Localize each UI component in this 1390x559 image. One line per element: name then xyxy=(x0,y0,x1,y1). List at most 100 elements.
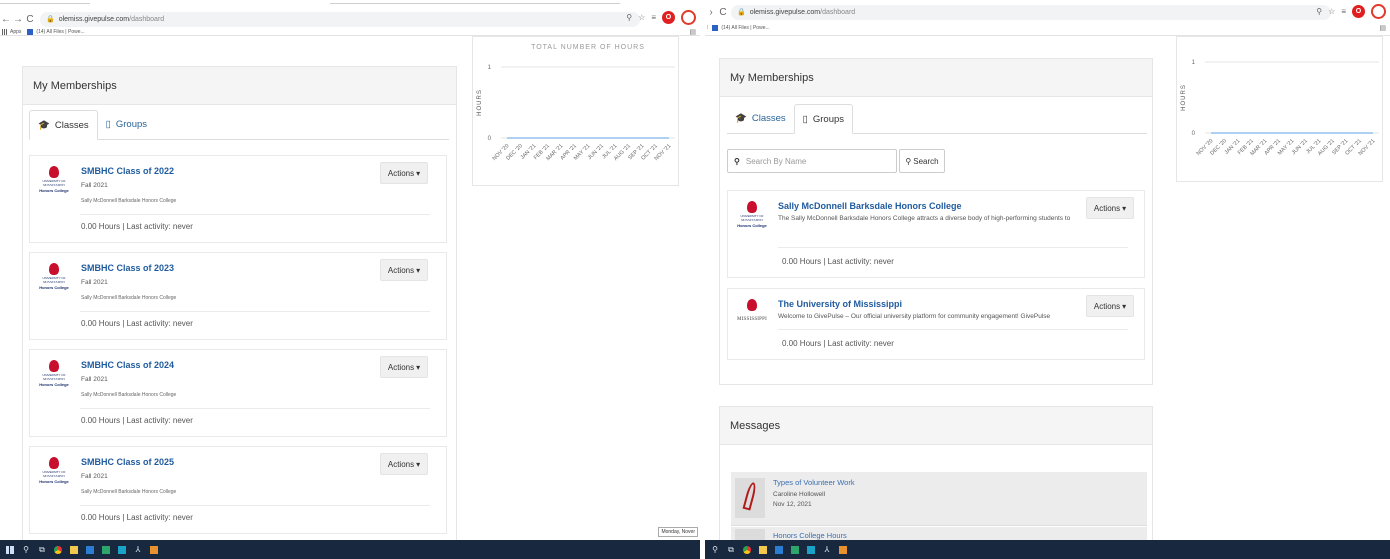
chrome-icon[interactable] xyxy=(54,545,62,554)
tab-classes[interactable]: 🎓 Classes xyxy=(29,110,98,140)
messages-header: Messages xyxy=(720,407,1152,445)
app-icon[interactable] xyxy=(150,545,158,554)
honors-college-logo: UNIVERSITY OF MISSISSIPPI Honors College xyxy=(32,166,76,206)
building-icon: ▯ xyxy=(105,118,111,130)
memberships-tabs: 🎓 Classes ▯ Groups xyxy=(29,109,449,140)
search-icon[interactable]: ⚲ xyxy=(711,545,719,554)
actions-dropdown-button[interactable]: Actions ▾ xyxy=(380,162,428,184)
profile-avatar[interactable] xyxy=(1371,4,1386,19)
actions-dropdown-button[interactable]: Actions ▾ xyxy=(380,356,428,378)
search-icon[interactable]: ⚲ xyxy=(22,545,30,554)
ole-miss-shield-icon xyxy=(49,166,59,178)
chrome-icon[interactable] xyxy=(743,545,751,554)
profile-avatar[interactable] xyxy=(681,10,696,25)
actions-dropdown-button[interactable]: Actions ▾ xyxy=(380,259,428,281)
class-stats: 0.00 Hours | Last activity: never xyxy=(81,513,193,522)
zoom-icon[interactable]: ⚲ xyxy=(1316,7,1322,16)
file-explorer-icon[interactable] xyxy=(759,545,767,554)
class-title-link[interactable]: SMBHC Class of 2022 xyxy=(81,166,174,176)
hours-chart: TOTAL NUMBER OF HOURS HOURS 0 1 NOV '20 DEC '… xyxy=(472,36,679,186)
browser-chrome: › C 🔒 olemiss.givepulse.com/dashboard ⚲ … xyxy=(705,0,1390,36)
extension-icon[interactable]: ≡ xyxy=(651,13,656,22)
app-icon[interactable] xyxy=(839,545,847,554)
caret-down-icon: ▾ xyxy=(1122,203,1127,213)
memberships-title: My Memberships xyxy=(730,71,814,84)
group-description: The Sally McDonnell Barksdale Honors Col… xyxy=(778,215,1071,222)
acrobat-icon[interactable]: ⅄ xyxy=(823,545,831,554)
acrobat-icon[interactable]: ⅄ xyxy=(134,545,142,554)
bookmarks-bar: ⁞ (14) All Files | Powe... ▤ xyxy=(705,24,1390,32)
reading-list-icon[interactable]: ▤ xyxy=(689,28,696,36)
class-title-link[interactable]: SMBHC Class of 2023 xyxy=(81,263,174,273)
task-view-icon[interactable]: ⧉ xyxy=(727,545,735,554)
file-explorer-icon[interactable] xyxy=(70,545,78,554)
reload-icon[interactable]: C xyxy=(24,14,36,25)
back-arrow-icon[interactable]: › xyxy=(705,7,717,18)
outlook-icon[interactable] xyxy=(86,545,94,554)
bookmark-item[interactable]: (14) All Files | Powe... xyxy=(36,29,84,35)
class-org: Sally McDonnell Barksdale Honors College xyxy=(81,295,177,301)
lock-icon: 🔒 xyxy=(46,16,55,23)
message-item[interactable]: Types of Volunteer Work Caroline Hollowe… xyxy=(731,472,1147,526)
chart-title: TOTAL NUMBER OF HOURS xyxy=(531,44,645,51)
memberships-tabs: 🎓 Classes ▯ Groups xyxy=(727,103,1147,134)
honors-college-logo: UNIVERSITY OF MISSISSIPPI Honors College xyxy=(730,201,774,241)
caret-down-icon: ▾ xyxy=(416,265,421,275)
tab-classes[interactable]: 🎓 Classes xyxy=(727,103,794,133)
extension-icon[interactable]: ≡ xyxy=(1341,7,1346,16)
bookmark-item[interactable]: (14) All Files | Powe... xyxy=(721,25,769,31)
address-bar[interactable]: 🔒 olemiss.givepulse.com/dashboard xyxy=(731,4,1331,20)
memberships-title: My Memberships xyxy=(33,79,117,92)
class-title-link[interactable]: SMBHC Class of 2024 xyxy=(81,360,174,370)
browser-chrome: ← → C 🔒 olemiss.givepulse.com/dashboard … xyxy=(0,0,700,36)
mail-icon[interactable] xyxy=(118,545,126,554)
url-host: olemiss.givepulse.com xyxy=(58,15,130,23)
message-title[interactable]: Types of Volunteer Work xyxy=(773,478,855,487)
address-bar[interactable]: 🔒 olemiss.givepulse.com/dashboard xyxy=(40,11,640,27)
back-arrow-icon[interactable]: ← xyxy=(0,14,12,25)
apps-grid-icon[interactable]: ⁞ xyxy=(707,25,708,31)
ribbon-thumbnail xyxy=(735,478,765,518)
class-title-link[interactable]: SMBHC Class of 2025 xyxy=(81,457,174,467)
message-sender: Caroline Hollowell xyxy=(773,491,826,498)
excel-icon[interactable] xyxy=(102,545,110,554)
star-icon[interactable]: ☆ xyxy=(1328,7,1335,16)
caret-down-icon: ▾ xyxy=(416,168,421,178)
apps-bookmark[interactable]: Apps xyxy=(2,29,21,35)
excel-icon[interactable] xyxy=(791,545,799,554)
url-path: /dashboard xyxy=(820,8,856,16)
caret-down-icon: ▾ xyxy=(1122,301,1127,311)
y-tick-label: 1 xyxy=(488,65,492,71)
message-title[interactable]: Honors College Hours xyxy=(773,531,847,540)
windows-start-icon[interactable] xyxy=(6,545,14,554)
forward-arrow-icon[interactable]: → xyxy=(12,14,24,25)
tab-groups[interactable]: ▯ Groups xyxy=(98,109,155,139)
actions-dropdown-button[interactable]: Actions ▾ xyxy=(1086,295,1134,317)
graduation-cap-icon: 🎓 xyxy=(38,119,50,131)
actions-dropdown-button[interactable]: Actions ▾ xyxy=(1086,197,1134,219)
search-input[interactable]: ⚲ Search By Name xyxy=(727,149,897,173)
onedrive-icon xyxy=(27,29,34,35)
task-view-icon[interactable]: ⧉ xyxy=(38,545,46,554)
actions-dropdown-button[interactable]: Actions ▾ xyxy=(380,453,428,475)
mail-icon[interactable] xyxy=(807,545,815,554)
zoom-icon[interactable]: ⚲ xyxy=(626,13,632,22)
opera-icon[interactable]: O xyxy=(1352,5,1365,18)
class-stats: 0.00 Hours | Last activity: never xyxy=(81,416,193,425)
outlook-icon[interactable] xyxy=(775,545,783,554)
reload-icon[interactable]: C xyxy=(717,7,729,18)
search-button[interactable]: ⚲ Search xyxy=(899,149,945,173)
opera-icon[interactable]: O xyxy=(662,11,675,24)
class-term: Fall 2021 xyxy=(81,376,108,383)
y-tick-label: 1 xyxy=(1192,60,1196,66)
group-title-link[interactable]: The University of Mississippi xyxy=(778,299,902,309)
tab-groups[interactable]: ▯ Groups xyxy=(793,104,854,134)
ole-miss-shield-icon xyxy=(49,457,59,469)
onedrive-icon xyxy=(712,25,719,31)
url-path: /dashboard xyxy=(129,15,165,23)
star-icon[interactable]: ☆ xyxy=(638,13,645,22)
apps-grid-icon xyxy=(2,29,8,35)
class-org: Sally McDonnell Barksdale Honors College xyxy=(81,198,177,204)
reading-list-icon[interactable]: ▤ xyxy=(1379,24,1386,32)
group-title-link[interactable]: Sally McDonnell Barksdale Honors College xyxy=(778,201,962,211)
